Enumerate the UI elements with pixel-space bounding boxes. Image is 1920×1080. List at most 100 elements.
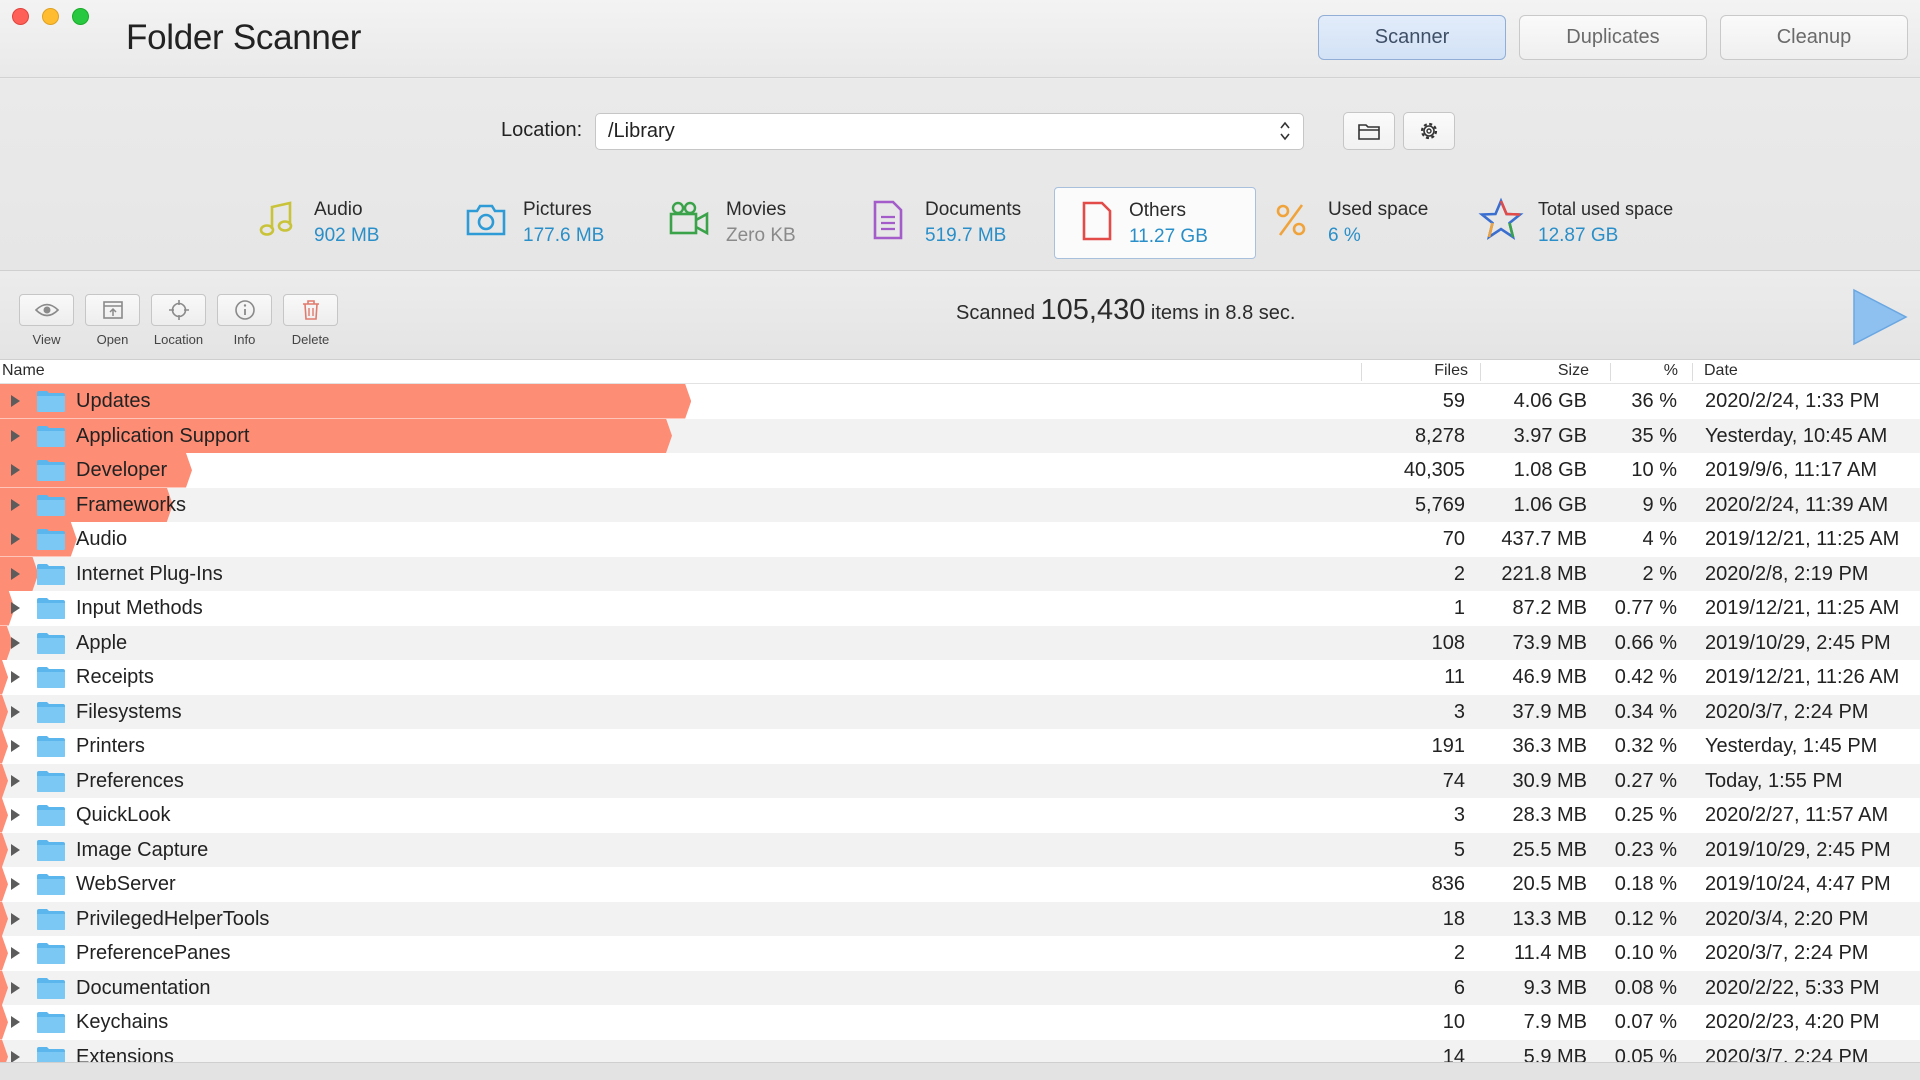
table-row[interactable]: Application Support 8,278 3.97 GB 35 % Yeste…	[0, 418, 1920, 453]
row-name: Documentation	[76, 976, 211, 999]
file-icon	[1082, 201, 1112, 241]
disclosure-triangle-icon[interactable]	[11, 981, 20, 994]
disclosure-triangle-icon[interactable]	[11, 498, 20, 511]
disclosure-triangle-icon[interactable]	[11, 1016, 20, 1028]
column-divider[interactable]	[1361, 363, 1362, 381]
table-row[interactable]: PrivilegedHelperTools 18 13.3 MB 0.12 % 2020…	[0, 901, 1920, 937]
usage-bar	[0, 1040, 8, 1063]
table-row[interactable]: Internet Plug-Ins 2 221.8 MB 2 % 2020/2/8, 2…	[0, 556, 1920, 591]
disclosure-triangle-icon[interactable]	[11, 395, 20, 407]
info-button[interactable]: Info	[216, 294, 273, 347]
disclosure-triangle-icon[interactable]	[11, 636, 20, 649]
table-row[interactable]: Developer 40,305 1.08 GB 10 % 2019/9/6, 11:1…	[0, 453, 1920, 488]
table-row[interactable]: PreferencePanes 2 11.4 MB 0.10 % 2020/3/7, 2…	[0, 936, 1920, 971]
folder-icon	[37, 494, 65, 516]
row-date: 2020/2/22, 5:33 PM	[1705, 976, 1880, 999]
stat-movies[interactable]: Movies Zero KB	[666, 187, 816, 259]
table-row[interactable]: QuickLook 3 28.3 MB 0.25 % 2020/2/27, 11:57 …	[0, 798, 1920, 833]
table-row[interactable]: Input Methods 1 87.2 MB 0.77 % 2019/12/21, 1…	[0, 591, 1920, 626]
start-scan-button[interactable]	[1851, 288, 1909, 346]
disclosure-triangle-icon[interactable]	[11, 567, 20, 580]
folder-icon	[37, 908, 65, 930]
disclosure-triangle-icon[interactable]	[11, 947, 20, 959]
table-row[interactable]: WebServer 836 20.5 MB 0.18 % 2019/10/24, 4:4…	[0, 867, 1920, 902]
header-date[interactable]: Date	[1704, 362, 1738, 380]
column-divider[interactable]	[1610, 363, 1611, 381]
table-row[interactable]: Printers 191 36.3 MB 0.32 % Yesterday, 1:45 …	[0, 729, 1920, 764]
stat-audio[interactable]: Audio 902 MB	[254, 187, 404, 259]
table-row[interactable]: Filesystems 3 37.9 MB 0.34 % 2020/3/7, 2:24 …	[0, 694, 1920, 729]
scanner-tab[interactable]: Scanner	[1318, 15, 1506, 60]
disclosure-triangle-icon[interactable]	[11, 912, 20, 925]
header-size[interactable]: Size	[1558, 362, 1589, 380]
row-date: 2019/12/21, 11:25 AM	[1705, 597, 1900, 619]
header-name[interactable]: Name	[2, 362, 45, 380]
open-button[interactable]: Open	[84, 294, 141, 347]
stat-audio-label: Audio	[314, 199, 363, 220]
stat-others[interactable]: Others 11.27 GB	[1054, 187, 1256, 259]
choose-folder-button[interactable]	[1343, 112, 1395, 150]
stat-used-space[interactable]: Used space 6 %	[1268, 187, 1438, 259]
table-row[interactable]: Keychains 10 7.9 MB 0.07 % 2020/2/23, 4:20 P…	[0, 1005, 1920, 1040]
row-name: Updates	[76, 390, 151, 412]
row-date: 2020/3/4, 2:20 PM	[1705, 907, 1869, 930]
disclosure-triangle-icon[interactable]	[11, 464, 20, 476]
row-size: 28.3 MB	[1512, 804, 1587, 826]
disclosure-triangle-icon[interactable]	[11, 1050, 20, 1062]
header-percent[interactable]: %	[1664, 362, 1678, 380]
stat-others-label: Others	[1129, 200, 1187, 221]
disclosure-triangle-icon[interactable]	[11, 602, 20, 614]
row-files: 836	[1431, 873, 1465, 895]
close-window-button[interactable]	[12, 8, 29, 25]
view-button[interactable]: View	[18, 294, 75, 347]
disclosure-triangle-icon[interactable]	[11, 809, 20, 821]
zoom-window-button[interactable]	[72, 8, 89, 25]
disclosure-triangle-icon[interactable]	[11, 429, 20, 442]
stat-pictures[interactable]: Pictures 177.6 MB	[463, 187, 623, 259]
row-name: Preferences	[76, 769, 184, 792]
column-divider[interactable]	[1692, 363, 1693, 381]
disclosure-triangle-icon[interactable]	[11, 671, 20, 683]
scan-summary: Scanned 105,430 items in 8.8 sec.	[956, 294, 1295, 327]
table-row[interactable]: Receipts 11 46.9 MB 0.42 % 2019/12/21, 11:26…	[0, 660, 1920, 695]
disclosure-triangle-icon[interactable]	[11, 774, 20, 787]
minimize-window-button[interactable]	[42, 8, 59, 25]
table-row[interactable]: Extensions 14 5.9 MB 0.05 % 2020/3/7, 2:24 P…	[0, 1039, 1920, 1063]
row-files: 11	[1444, 666, 1465, 688]
disclosure-triangle-icon[interactable]	[11, 533, 20, 545]
duplicates-tab[interactable]: Duplicates	[1519, 15, 1707, 60]
table-row[interactable]: Updates 59 4.06 GB 36 % 2020/2/24, 1:33 PM	[0, 384, 1920, 419]
disclosure-triangle-icon[interactable]	[11, 843, 20, 856]
location-select[interactable]: /Library	[595, 113, 1304, 150]
delete-button[interactable]: Delete	[282, 294, 339, 347]
disclosure-triangle-icon[interactable]	[11, 705, 20, 718]
table-row[interactable]: Audio 70 437.7 MB 4 % 2019/12/21, 11:25 AM	[0, 522, 1920, 557]
usage-bar	[0, 902, 8, 937]
location-button[interactable]: Location	[150, 294, 207, 347]
table-row[interactable]: Apple 108 73.9 MB 0.66 % 2019/10/29, 2:45 PM	[0, 625, 1920, 660]
cleanup-tab[interactable]: Cleanup	[1720, 15, 1908, 60]
disclosure-triangle-icon[interactable]	[11, 740, 20, 752]
settings-button[interactable]	[1403, 112, 1455, 150]
table-row[interactable]: Image Capture 5 25.5 MB 0.23 % 2019/10/29, 2…	[0, 832, 1920, 867]
camera-icon	[466, 204, 506, 236]
star-icon	[1478, 197, 1524, 240]
row-files: 2	[1453, 942, 1465, 964]
disclosure-triangle-icon[interactable]	[11, 878, 20, 890]
row-percent: 0.27 %	[1614, 769, 1677, 792]
row-percent: 0.25 %	[1614, 804, 1677, 826]
row-name: Printers	[76, 735, 145, 757]
info-icon	[234, 300, 255, 320]
table-row[interactable]: Documentation 6 9.3 MB 0.08 % 2020/2/22, 5:3…	[0, 970, 1920, 1005]
table-row[interactable]: Preferences 74 30.9 MB 0.27 % Today, 1:55 PM	[0, 763, 1920, 798]
location-label: Location:	[501, 119, 583, 141]
table-row[interactable]: Frameworks 5,769 1.06 GB 9 % 2020/2/24, 11:3…	[0, 487, 1920, 522]
folder-list: Updates 59 4.06 GB 36 % 2020/2/24, 1:33 PM Ap…	[0, 384, 1920, 1062]
row-date: 2019/12/21, 11:26 AM	[1705, 666, 1900, 688]
column-divider[interactable]	[1480, 363, 1481, 381]
folder-icon	[1358, 124, 1380, 140]
header-files[interactable]: Files	[1434, 362, 1468, 380]
stat-total-used-space[interactable]: Total used space 12.87 GB	[1478, 187, 1698, 259]
music-note-icon	[259, 201, 293, 236]
stat-documents[interactable]: Documents 519.7 MB	[865, 187, 1035, 259]
